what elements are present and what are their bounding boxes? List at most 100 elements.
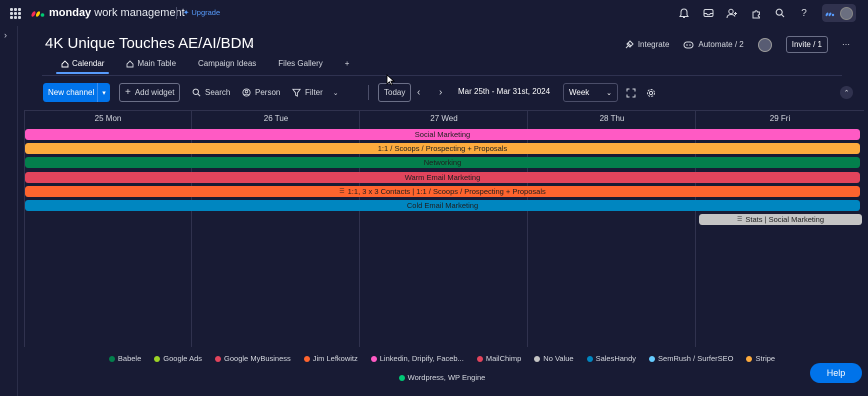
- legend-item: Babele: [108, 354, 141, 363]
- board-panel: 4K Unique Touches AE/AI/BDM ⌄ Integrate …: [20, 27, 864, 396]
- filter-button[interactable]: Filter ⌄: [292, 83, 339, 102]
- search-icon: [192, 88, 201, 97]
- left-rail: ›: [0, 26, 18, 396]
- home-icon: [61, 59, 69, 67]
- legend-label: Linkedin, Dripify, Faceb...: [379, 354, 464, 363]
- mouse-cursor-icon: [386, 74, 395, 86]
- board-member-avatar[interactable]: [757, 37, 772, 52]
- calendar-week-grid: 25 Mon 26 Tue 27 Wed 28 Thu 29 Fri Socia…: [24, 110, 864, 347]
- legend-item: Google Ads: [154, 354, 202, 363]
- search-button[interactable]: Search: [192, 83, 230, 102]
- tab-label: Calendar: [72, 59, 105, 68]
- help-icon[interactable]: ?: [798, 7, 810, 19]
- upgrade-link[interactable]: ✦ Upgrade: [183, 8, 220, 17]
- calendar-event[interactable]: Social Marketing: [25, 129, 860, 140]
- day-header: 25 Mon: [94, 113, 122, 123]
- view-mode-select[interactable]: Week ⌄: [563, 83, 618, 102]
- search-label: Search: [205, 88, 231, 97]
- calendar-event[interactable]: Cold Email Marketing: [25, 200, 860, 211]
- new-item-button[interactable]: New channel ▾: [43, 83, 110, 102]
- day-header: 27 Wed: [430, 113, 458, 123]
- legend-dot: [303, 355, 310, 362]
- apps-icon[interactable]: [750, 7, 762, 19]
- tab-label: Main Table: [137, 59, 177, 68]
- chevron-right-icon[interactable]: ›: [439, 83, 442, 102]
- automate-label: Automate / 2: [698, 40, 744, 49]
- brand-name[interactable]: monday work management: [49, 7, 185, 19]
- expand-sidebar-icon[interactable]: ›: [4, 30, 7, 40]
- tab-calendar[interactable]: Calendar: [50, 59, 115, 74]
- chevron-down-icon[interactable]: ▾: [98, 89, 110, 97]
- legend-item: SemRush / SurferSEO: [649, 354, 733, 363]
- legend-item: MailChimp: [476, 354, 521, 363]
- chevron-down-icon: ⌄: [332, 89, 339, 97]
- add-view-button[interactable]: +: [334, 59, 361, 74]
- toolbar: New channel ▾ + Add widget Search Person…: [43, 83, 853, 103]
- person-filter-button[interactable]: Person: [242, 83, 280, 102]
- account-switcher[interactable]: [822, 4, 856, 22]
- search-icon[interactable]: [774, 7, 786, 19]
- integrate-button[interactable]: Integrate: [624, 39, 669, 50]
- top-bar: monday work management ✦ Upgrade ?: [0, 0, 868, 26]
- view-tabs: Calendar Main Table Campaign Ideas Files…: [50, 59, 360, 74]
- event-label: Stats | Social Marketing: [745, 215, 825, 225]
- tab-main-table[interactable]: Main Table: [115, 59, 187, 74]
- settings-gear-icon[interactable]: [646, 83, 656, 102]
- day-header: 28 Thu: [599, 113, 625, 123]
- help-button[interactable]: Help: [810, 363, 862, 383]
- tab-campaign-ideas[interactable]: Campaign Ideas: [187, 59, 267, 74]
- calendar-event[interactable]: Warm Email Marketing: [25, 171, 860, 183]
- automate-button[interactable]: Automate / 2: [683, 40, 744, 49]
- more-options-icon[interactable]: ⋯: [842, 40, 850, 49]
- calendar-event[interactable]: Networking: [25, 157, 860, 169]
- legend-label: Google Ads: [163, 354, 203, 363]
- legend-row: Wordpress, WP Engine: [20, 373, 864, 382]
- legend-dot: [476, 355, 483, 362]
- monday-logo-icon: [825, 12, 834, 17]
- tab-files-gallery[interactable]: Files Gallery: [267, 59, 333, 74]
- legend-dot: [398, 374, 405, 381]
- add-widget-button[interactable]: + Add widget: [119, 83, 181, 102]
- tabs-divider: [42, 75, 842, 76]
- chevron-down-icon[interactable]: ⌄: [248, 40, 255, 49]
- user-avatar[interactable]: [840, 6, 854, 20]
- legend-dot: [534, 355, 541, 362]
- board-title[interactable]: 4K Unique Touches AE/AI/BDM: [45, 35, 254, 52]
- legend-label: Google MyBusiness: [224, 354, 291, 363]
- legend-dot: [154, 355, 161, 362]
- event-label: 1:1, 3 x 3 Contacts | 1:1 / Scoops / Pro…: [347, 186, 546, 196]
- legend-dot: [370, 355, 377, 362]
- calendar-event[interactable]: 1:1 / Scoops / Prospecting + Proposals: [25, 143, 860, 155]
- event-label: Social Marketing: [414, 130, 471, 139]
- legend-item: SalesHandy: [586, 354, 636, 363]
- calendar-event[interactable]: ☰ Stats | Social Marketing: [699, 214, 862, 226]
- legend-item: Jim Lefkowitz: [303, 354, 358, 363]
- event-label: Networking: [423, 158, 462, 168]
- add-widget-label: Add widget: [134, 88, 175, 97]
- tab-label: Campaign Ideas: [198, 59, 257, 68]
- bell-icon[interactable]: [678, 7, 690, 19]
- day-header: 26 Tue: [263, 113, 289, 123]
- fullscreen-icon[interactable]: [626, 83, 636, 102]
- legend-label: No Value: [543, 354, 574, 363]
- filter-icon: [292, 88, 301, 97]
- chevron-left-icon[interactable]: ‹: [417, 83, 420, 102]
- inbox-icon[interactable]: [702, 7, 714, 19]
- legend-label: Jim Lefkowitz: [312, 354, 358, 363]
- calendar-event[interactable]: ☰ 1:1, 3 x 3 Contacts | 1:1 / Scoops / Pr…: [25, 185, 860, 197]
- toolbar-divider: [368, 85, 369, 100]
- list-icon: ☰: [339, 188, 345, 195]
- legend: Babele Google Ads Google MyBusiness Jim Lef…: [20, 354, 864, 392]
- divider: [176, 7, 177, 19]
- robot-icon: [683, 41, 694, 49]
- list-icon: ☰: [736, 217, 743, 224]
- plus-icon: +: [125, 87, 131, 98]
- day-header: 29 Fri: [769, 113, 791, 123]
- person-label: Person: [255, 88, 281, 97]
- invite-members-icon[interactable]: [726, 7, 738, 19]
- invite-button[interactable]: Invite / 1: [785, 36, 828, 53]
- view-mode-label: Week: [569, 88, 590, 97]
- person-icon: [242, 88, 251, 97]
- apps-grid-icon[interactable]: [10, 8, 21, 19]
- collapse-header-icon[interactable]: ⌃: [840, 86, 853, 99]
